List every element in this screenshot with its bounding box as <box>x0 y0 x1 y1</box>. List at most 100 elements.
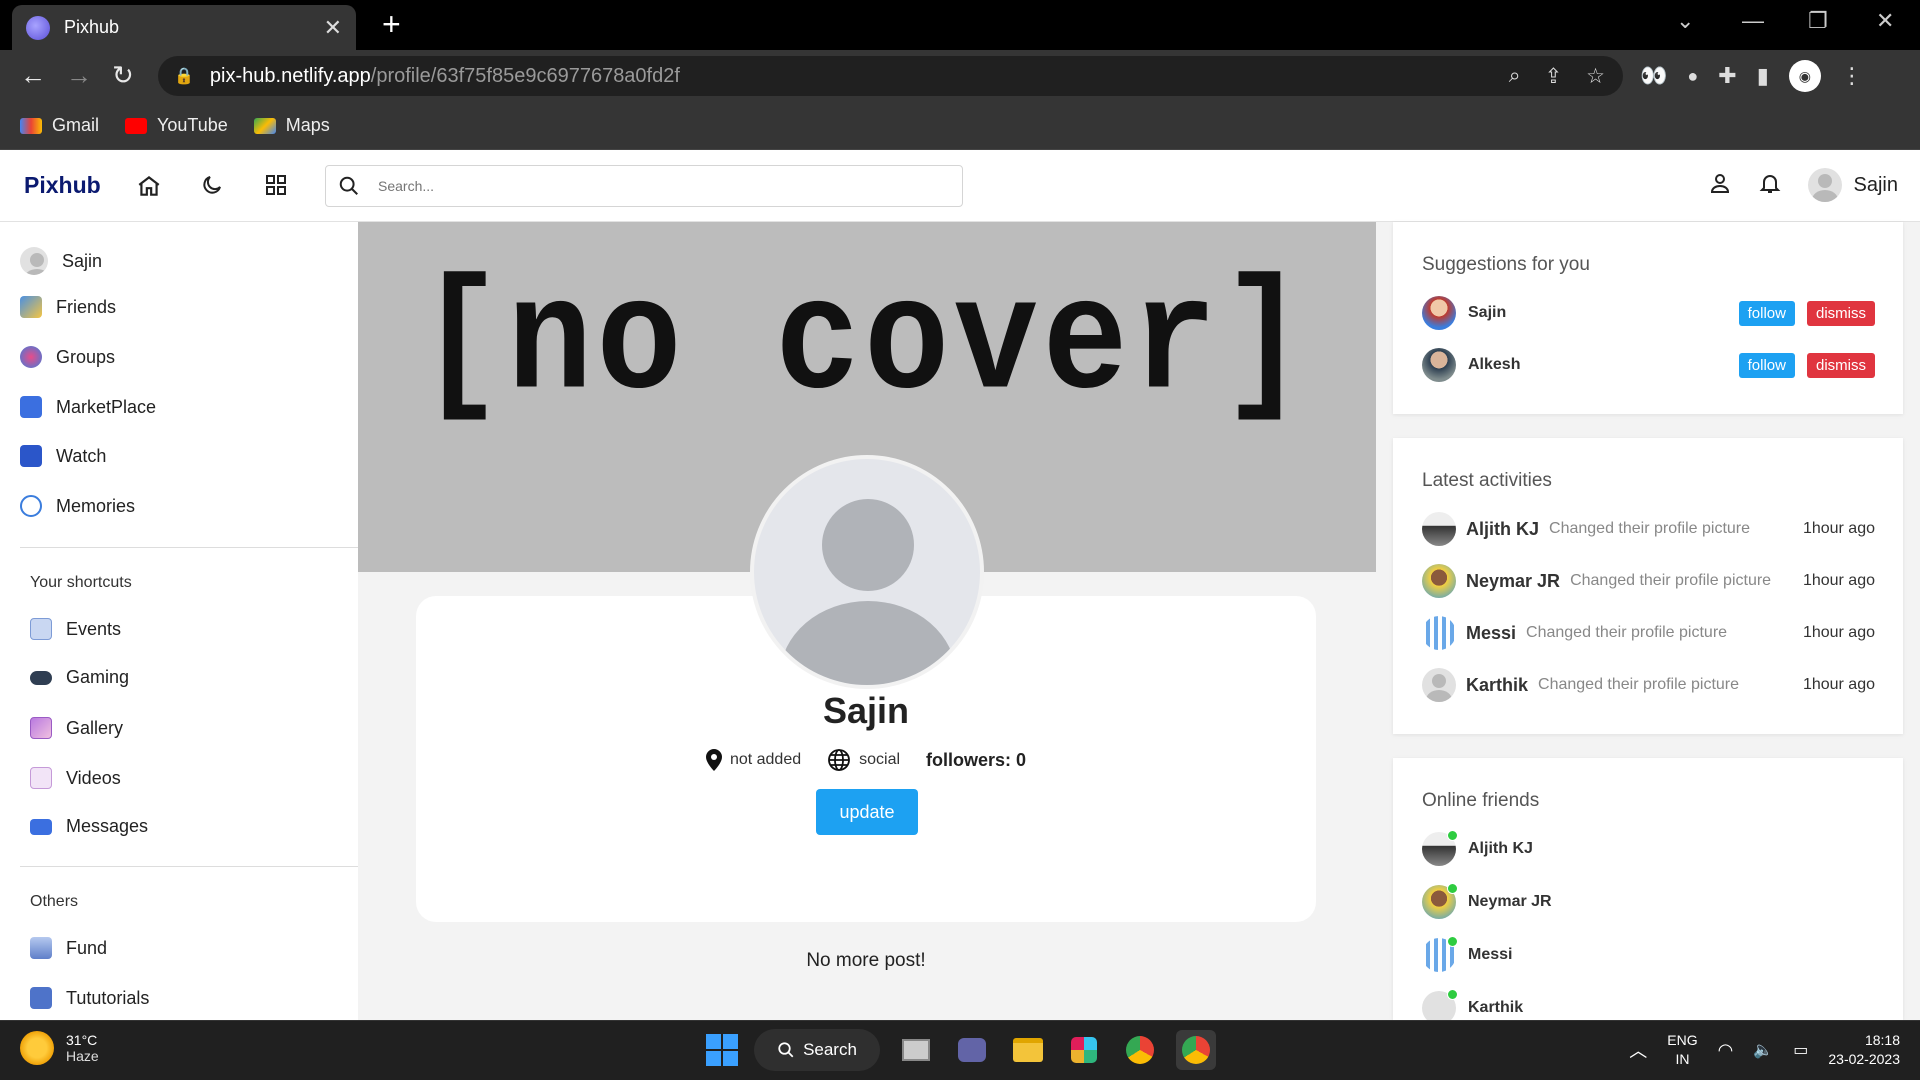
restore-icon[interactable]: ❐ <box>1808 8 1828 34</box>
profile-avatar <box>750 455 984 689</box>
update-button[interactable]: update <box>816 789 918 835</box>
person-icon[interactable] <box>1708 171 1732 200</box>
sidebar-item-gaming[interactable]: Gaming <box>30 667 129 688</box>
sidebar-item-profile[interactable]: Sajin <box>20 247 102 275</box>
activity-user[interactable]: Neymar JR <box>1466 571 1560 592</box>
activity-row: Neymar JR Changed their profile picture … <box>1422 564 1875 598</box>
back-icon[interactable]: ← <box>20 62 46 88</box>
bookmark-maps[interactable]: Maps <box>253 115 330 136</box>
dismiss-button[interactable]: dismiss <box>1806 352 1875 378</box>
language-indicator[interactable]: ENG IN <box>1667 1031 1697 1069</box>
weather-desc: Haze <box>66 1048 99 1064</box>
sidebar-item-fund[interactable]: Fund <box>30 937 107 959</box>
avatar[interactable] <box>1422 296 1456 330</box>
search-box[interactable] <box>325 165 963 207</box>
battery-icon[interactable]: ▭ <box>1793 1040 1808 1060</box>
url-path: /profile/63f75f85e9c6977678a0fd2f <box>370 64 680 87</box>
sidebar-item-groups[interactable]: Groups <box>20 346 115 368</box>
bookmark-gmail[interactable]: Gmail <box>20 115 99 136</box>
windows-start-icon[interactable] <box>706 1034 738 1066</box>
zoom-icon[interactable]: ⌕ <box>1509 64 1521 89</box>
bookmark-star-icon[interactable]: ☆ <box>1586 64 1605 89</box>
dark-mode-moon-icon[interactable] <box>200 173 224 204</box>
chrome-active-icon[interactable] <box>1176 1030 1216 1070</box>
system-clock[interactable]: 18:18 23-02-2023 <box>1828 1031 1900 1069</box>
follow-button[interactable]: follow <box>1738 300 1795 326</box>
sidebar-item-memories[interactable]: Memories <box>20 495 135 517</box>
activity-user[interactable]: Aljith KJ <box>1466 519 1539 540</box>
weather-widget[interactable]: 31°C Haze <box>20 1031 99 1065</box>
extension-eyes-icon[interactable]: 👀 <box>1640 63 1667 89</box>
notification-bell-icon[interactable] <box>1758 171 1782 200</box>
reload-icon[interactable]: ↻ <box>112 62 134 88</box>
clock-date: 23-02-2023 <box>1828 1051 1900 1067</box>
side-panel-icon[interactable]: ▮ <box>1757 63 1769 89</box>
chrome-icon[interactable] <box>1120 1030 1160 1070</box>
globe-icon <box>828 749 851 771</box>
avatar[interactable] <box>1422 668 1456 702</box>
show-hidden-icons-chevron[interactable]: ︿ <box>1629 1037 1647 1063</box>
sidebar-item-label: Memories <box>56 495 136 516</box>
close-window-icon[interactable]: ✕ <box>1876 8 1894 34</box>
profile-name: Sajin <box>822 690 910 731</box>
avatar[interactable] <box>1422 512 1456 546</box>
file-explorer-icon[interactable] <box>1008 1030 1048 1070</box>
minimize-icon[interactable]: — <box>1742 8 1764 34</box>
follow-button[interactable]: follow <box>1738 352 1795 378</box>
sidebar-item-messages[interactable]: Messages <box>30 816 148 837</box>
weather-haze-icon <box>20 1031 54 1065</box>
sidebar-item-watch[interactable]: Watch <box>20 445 106 467</box>
suggestion-name[interactable]: Alkesh <box>1468 356 1520 374</box>
address-bar[interactable]: 🔒 pix-hub.netlify.app/profile/63f75f85e9… <box>158 56 1623 96</box>
suggestion-name[interactable]: Sajin <box>1468 304 1506 322</box>
slack-icon[interactable] <box>1064 1030 1104 1070</box>
online-friend-row[interactable]: Aljith KJ <box>1422 830 1875 866</box>
sidebar-item-gallery[interactable]: Gallery <box>30 717 123 739</box>
browser-tab[interactable]: Pixhub ✕ <box>12 5 356 50</box>
avatar-body-shape <box>780 601 956 685</box>
teams-chat-icon[interactable] <box>952 1030 992 1070</box>
online-friend-row[interactable]: Neymar JR <box>1422 883 1875 919</box>
home-icon[interactable] <box>136 173 162 206</box>
close-tab-icon[interactable]: ✕ <box>324 15 342 41</box>
user-menu[interactable]: Sajin <box>1807 168 1898 202</box>
avatar[interactable] <box>1422 616 1456 650</box>
taskbar-search[interactable]: Search <box>754 1029 880 1071</box>
sidebar-item-tutorials[interactable]: Tututorials <box>30 987 149 1009</box>
cover-placeholder-text: [no cover] <box>418 254 1311 435</box>
sidebar-item-label: Groups <box>56 346 116 367</box>
lock-icon[interactable]: 🔒 <box>174 66 194 86</box>
activity-user[interactable]: Messi <box>1466 623 1516 644</box>
sidebar-item-marketplace[interactable]: MarketPlace <box>20 396 156 418</box>
extension-bulb-icon[interactable]: ● <box>1687 66 1698 87</box>
browser-tab-bar: Pixhub ✕ + ⌄ — ❐ ✕ <box>0 0 1920 50</box>
new-tab-icon[interactable]: + <box>382 6 401 43</box>
avatar[interactable] <box>1422 348 1456 382</box>
wifi-icon[interactable]: ◠ <box>1718 1040 1734 1061</box>
bookmark-youtube[interactable]: YouTube <box>125 115 228 136</box>
activity-text: Changed their profile picture <box>1538 676 1740 693</box>
left-sidebar: Sajin Friends Groups MarketPlace Watch M… <box>0 222 358 1020</box>
sidebar-item-events[interactable]: Events <box>30 618 121 640</box>
search-icon <box>339 176 358 195</box>
volume-icon[interactable]: 🔈 <box>1753 1040 1773 1060</box>
profile-avatar-icon[interactable]: ◉ <box>1788 60 1821 92</box>
bookmark-label: Gmail <box>52 115 100 135</box>
apps-grid-icon[interactable] <box>264 173 288 204</box>
app-logo[interactable]: Pixhub <box>24 172 101 199</box>
marketplace-icon <box>20 396 42 418</box>
search-input[interactable] <box>378 178 938 194</box>
task-view-icon[interactable] <box>896 1030 936 1070</box>
share-icon[interactable]: ⇪ <box>1545 64 1563 89</box>
tab-search-chevron-icon[interactable]: ⌄ <box>1676 8 1694 34</box>
extensions-puzzle-icon[interactable]: ✚ <box>1718 63 1736 89</box>
sidebar-item-friends[interactable]: Friends <box>20 296 116 318</box>
forward-icon[interactable]: → <box>66 62 92 88</box>
activity-user[interactable]: Karthik <box>1466 675 1528 696</box>
sidebar-item-label: Friends <box>56 296 117 317</box>
browser-menu-icon[interactable]: ⋮ <box>1841 63 1863 89</box>
dismiss-button[interactable]: dismiss <box>1806 300 1875 326</box>
avatar[interactable] <box>1422 564 1456 598</box>
online-friend-row[interactable]: Messi <box>1422 936 1875 972</box>
sidebar-item-videos[interactable]: Videos <box>30 767 121 789</box>
